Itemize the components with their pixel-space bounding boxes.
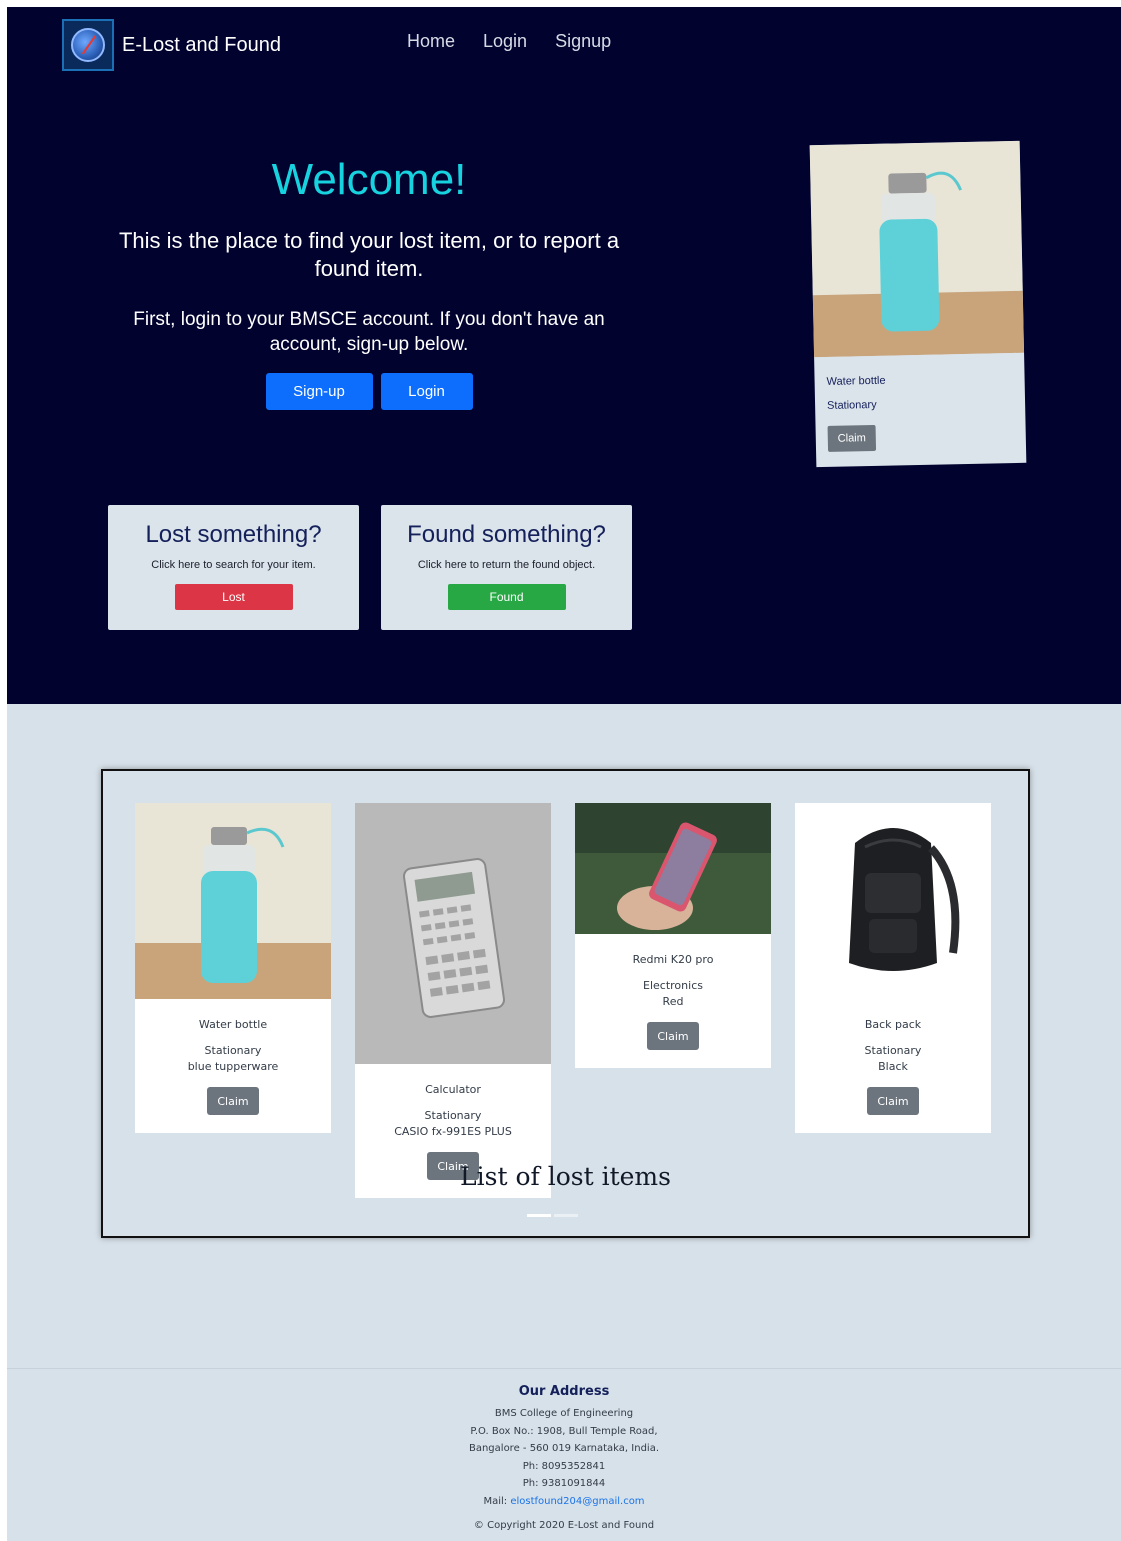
found-button[interactable]: Found	[447, 584, 566, 610]
lost-something-card: Lost something? Click here to search for…	[108, 505, 359, 630]
backpack-image	[795, 803, 991, 999]
nav-home[interactable]: Home	[407, 31, 455, 52]
lost-items-section: Water bottle Stationary blue tupperware …	[7, 704, 1121, 1368]
footer-phone-2: Ph: 9381091844	[522, 1478, 606, 1489]
found-card-title: Found something?	[407, 521, 606, 548]
mail-label: Mail:	[483, 1495, 508, 1507]
carousel-indicator[interactable]	[554, 1214, 578, 1217]
featured-item-category: Stationary	[826, 398, 877, 412]
item-name: Redmi K20 pro	[632, 953, 714, 966]
phone-image	[575, 803, 771, 934]
featured-item-card: Water bottle Stationary Claim	[809, 140, 1027, 468]
item-name: Water bottle	[198, 1018, 268, 1031]
carousel-indicator[interactable]	[527, 1214, 551, 1217]
featured-claim-button[interactable]: Claim	[827, 424, 877, 452]
brand-name: E-Lost and Found	[122, 33, 281, 56]
carousel-indicators	[527, 1214, 578, 1217]
hero-instruction: First, login to your BMSCE account. If y…	[133, 309, 605, 355]
footer-heading: Our Address	[518, 1384, 610, 1399]
lost-card-text: Click here to search for your item.	[151, 559, 316, 571]
claim-button[interactable]: Claim	[867, 1087, 919, 1115]
featured-item-name: Water bottle	[826, 374, 886, 388]
brand[interactable]: E-Lost and Found	[62, 19, 281, 71]
email-link[interactable]: elostfound204@gmail.com	[510, 1496, 644, 1507]
item-card-backpack: Back pack Stationary Black Claim	[795, 803, 991, 1133]
footer-city: Bangalore - 560 019 Karnataka, India.	[468, 1443, 660, 1454]
item-name: Back pack	[864, 1018, 922, 1031]
footer-address: BMS College of Engineering P.O. Box No.:…	[7, 1405, 1121, 1510]
item-name: Calculator	[425, 1083, 481, 1096]
claim-button[interactable]: Claim	[647, 1022, 699, 1050]
footer-po-box: P.O. Box No.: 1908, Bull Temple Road,	[470, 1425, 658, 1437]
item-description: Black	[878, 1060, 908, 1073]
footer: Our Address BMS College of Engineering P…	[7, 1368, 1121, 1541]
item-description: blue tupperware	[187, 1060, 279, 1073]
footer-phone-1: Ph: 8095352841	[522, 1460, 606, 1472]
lost-items-carousel[interactable]: Water bottle Stationary blue tupperware …	[101, 769, 1030, 1238]
copyright: © Copyright 2020 E-Lost and Found	[473, 1520, 655, 1531]
item-card-calculator: Calculator Stationary CASIO fx-991ES PLU…	[355, 803, 551, 1198]
nav-login[interactable]: Login	[483, 31, 527, 52]
item-category: Stationary	[864, 1044, 922, 1057]
water-bottle-image	[809, 140, 1025, 358]
item-category: Stationary	[204, 1044, 262, 1057]
lost-card-title: Lost something?	[145, 521, 322, 548]
signup-button[interactable]: Sign-up	[265, 373, 373, 410]
carousel-caption: List of lost items	[460, 1162, 671, 1191]
item-description: Red	[662, 995, 684, 1008]
nav-signup[interactable]: Signup	[555, 31, 611, 52]
found-card-text: Click here to return the found object.	[417, 559, 596, 571]
item-category: Stationary	[424, 1109, 482, 1122]
hero-section: E-Lost and Found Home Login Signup Welco…	[7, 7, 1121, 704]
found-something-card: Found something? Click here to return th…	[381, 505, 632, 630]
water-bottle-image	[135, 803, 331, 999]
calculator-image	[355, 803, 551, 1064]
item-category: Electronics	[643, 979, 703, 992]
main-nav: Home Login Signup	[407, 31, 611, 52]
logo-icon	[62, 19, 114, 71]
welcome-heading: Welcome!	[271, 155, 467, 204]
lost-button[interactable]: Lost	[174, 584, 293, 610]
login-button[interactable]: Login	[380, 373, 473, 410]
cta-buttons: Sign-up Login	[117, 373, 621, 410]
item-card-phone: Redmi K20 pro Electronics Red Claim	[575, 803, 771, 1068]
hero-tagline: This is the place to find your lost item…	[118, 228, 620, 281]
item-description: CASIO fx-991ES PLUS	[394, 1125, 512, 1138]
item-card-water-bottle: Water bottle Stationary blue tupperware …	[135, 803, 331, 1133]
footer-mail: Mail: elostfound204@gmail.com	[7, 1493, 1121, 1511]
claim-button[interactable]: Claim	[207, 1087, 259, 1115]
hero-text: Welcome! This is the place to find your …	[117, 155, 621, 410]
footer-college: BMS College of Engineering	[494, 1408, 634, 1419]
